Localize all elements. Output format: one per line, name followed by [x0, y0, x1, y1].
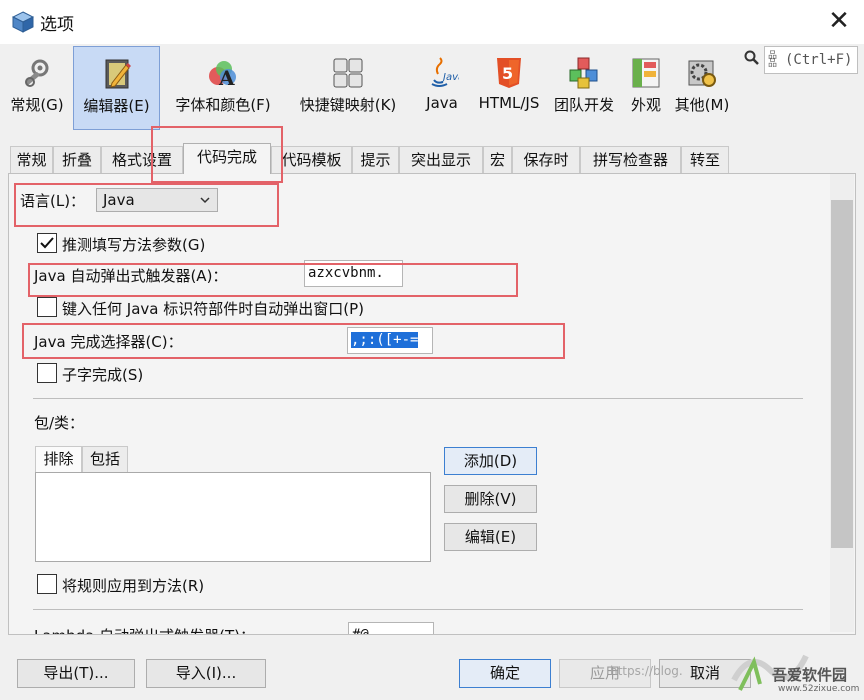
filter-glyph-icon: 品品 — [768, 51, 778, 69]
subtab-exclude[interactable]: 排除 — [35, 446, 82, 472]
divider — [33, 398, 803, 399]
search-icon — [744, 50, 760, 70]
category-fonts-colors[interactable]: A 字体和颜色(F) — [163, 46, 283, 130]
window-title: 选项 — [40, 15, 74, 35]
checkmark-icon — [40, 237, 54, 249]
ok-button[interactable]: 确定 — [459, 659, 551, 688]
category-appearance[interactable]: 外观 — [624, 46, 668, 130]
svg-text:5: 5 — [502, 64, 513, 83]
tab-hints[interactable]: 提示 — [352, 146, 399, 174]
html5-icon: 5 — [497, 58, 521, 88]
tab-code-templates[interactable]: 代码模板 — [271, 146, 352, 174]
selectors-label: Java 完成选择器(C)： — [34, 333, 183, 351]
language-select[interactable]: Java — [96, 188, 218, 212]
remove-button[interactable]: 删除(V) — [444, 485, 537, 513]
lambda-row: Lambda 自动弹出式触发器(T)： #@ — [8, 620, 828, 634]
misc-gears-icon — [688, 60, 716, 87]
watermark-url: https://blog. — [610, 664, 683, 678]
tab-folding[interactable]: 折叠 — [53, 146, 101, 174]
chevron-down-icon — [199, 189, 211, 219]
tab-code-completion[interactable]: 代码完成 — [183, 143, 271, 174]
lambda-field[interactable]: #@ — [348, 622, 434, 634]
java-logo-icon: Java — [431, 57, 459, 87]
title-bar — [0, 0, 864, 44]
keyboard-icon — [333, 58, 363, 88]
apply-rule-checkbox[interactable] — [37, 574, 57, 594]
category-misc[interactable]: 其他(M) — [670, 46, 734, 130]
category-label: 编辑器(E) — [83, 97, 150, 115]
export-button[interactable]: 导出(T)... — [17, 659, 135, 688]
scrollbar-thumb[interactable] — [831, 200, 853, 548]
close-icon[interactable]: ✕ — [826, 6, 852, 36]
wrench-gear-icon — [25, 59, 49, 87]
language-value: Java — [103, 191, 135, 209]
package-list[interactable] — [35, 472, 431, 562]
divider — [33, 609, 803, 610]
team-cubes-icon — [569, 57, 598, 89]
identifier-popup-label: 键入任何 Java 标识符部件时自动弹出窗口(P) — [62, 300, 364, 318]
tab-macros[interactable]: 宏 — [483, 146, 512, 174]
category-label: 外观 — [630, 96, 661, 114]
tab-highlighting[interactable]: 突出显示 — [399, 146, 483, 174]
identifier-popup-checkbox[interactable] — [37, 297, 57, 317]
guess-params-label: 推测填写方法参数(G) — [62, 236, 206, 254]
category-label: 快捷键映射(K) — [299, 96, 397, 114]
import-button[interactable]: 导入(I)... — [146, 659, 266, 688]
font-color-icon: A — [209, 61, 236, 90]
svg-text:A: A — [218, 66, 235, 90]
category-label: HTML/JS — [478, 94, 540, 112]
selectors-field[interactable]: ,;:([+-= — [347, 327, 433, 354]
netbeans-cube-icon — [11, 11, 35, 33]
lambda-label: Lambda 自动弹出式触发器(T)： — [34, 625, 255, 634]
auto-popup-label: Java 自动弹出式触发器(A)： — [34, 267, 228, 285]
add-button[interactable]: 添加(D) — [444, 447, 537, 475]
tab-formatting[interactable]: 格式设置 — [101, 146, 183, 174]
selectors-value: ,;:([+-= — [351, 332, 419, 348]
tab-general[interactable]: 常规 — [10, 146, 53, 174]
category-keymap[interactable]: 快捷键映射(K) — [288, 46, 408, 130]
auto-popup-field[interactable]: azxcvbnm. — [304, 260, 403, 287]
category-editor[interactable]: 编辑器(E) — [73, 46, 160, 130]
guess-params-checkbox[interactable] — [37, 233, 57, 253]
category-label: 团队开发 — [553, 96, 614, 114]
edit-button[interactable]: 编辑(E) — [444, 523, 537, 551]
svg-text:Java: Java — [441, 72, 459, 83]
tab-spellchecker[interactable]: 拼写检查器 — [580, 146, 681, 174]
tab-on-save[interactable]: 保存时 — [512, 146, 580, 174]
category-label: 字体和颜色(F) — [175, 96, 271, 114]
subword-checkbox[interactable] — [37, 363, 57, 383]
watermark-site-name: 吾爱软件园 — [772, 666, 848, 684]
appearance-icon — [632, 58, 660, 88]
category-label: 常规(G) — [10, 96, 64, 114]
search-input[interactable]: (Ctrl+F) — [764, 46, 858, 74]
category-java[interactable]: Java Java — [414, 46, 470, 130]
category-html-js[interactable]: 5 HTML/JS — [474, 46, 544, 130]
subword-label: 子字完成(S) — [62, 366, 144, 384]
watermark-site-url: www.52zixue.com — [778, 684, 860, 694]
tab-go-to[interactable]: 转至 — [681, 146, 729, 174]
category-general[interactable]: 常规(G) — [4, 46, 70, 130]
packages-label: 包/类： — [34, 414, 85, 432]
editor-pencil-icon — [105, 59, 131, 89]
category-team[interactable]: 团队开发 — [548, 46, 620, 130]
subtab-include[interactable]: 包括 — [82, 446, 128, 472]
category-label: Java — [426, 94, 458, 112]
category-label: 其他(M) — [674, 96, 730, 114]
apply-rule-label: 将规则应用到方法(R) — [62, 577, 205, 595]
language-label: 语言(L)： — [20, 192, 86, 210]
